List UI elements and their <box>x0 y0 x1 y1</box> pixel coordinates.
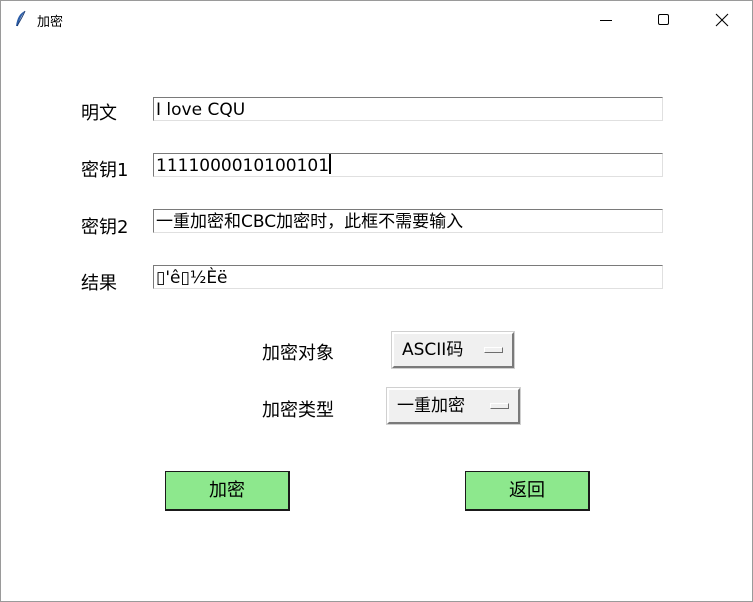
title-bar[interactable]: 加密 <box>1 1 752 39</box>
back-button[interactable]: 返回 <box>465 471 590 511</box>
maximize-icon <box>658 14 669 25</box>
encrypt-type-label: 加密类型 <box>262 400 334 421</box>
encrypt-type-selected: 一重加密 <box>397 396 465 416</box>
close-button[interactable] <box>693 1 751 39</box>
encrypt-button[interactable]: 加密 <box>165 471 290 511</box>
key2-input[interactable]: 一重加密和CBC加密时，此框不需要输入 <box>153 209 663 233</box>
window-title: 加密 <box>37 15 64 30</box>
text-caret <box>329 154 332 174</box>
minimize-button[interactable] <box>577 1 635 39</box>
result-value: ▯'ê▯½Èë <box>156 268 228 288</box>
plaintext-input[interactable]: I love CQU <box>153 97 663 121</box>
feather-icon <box>14 10 28 28</box>
key1-input[interactable]: 1111000010100101 <box>153 153 663 177</box>
encrypt-target-dropdown[interactable]: ASCII码 <box>392 332 514 368</box>
plaintext-value: I love CQU <box>156 100 246 120</box>
encrypt-target-selected: ASCII码 <box>402 340 464 360</box>
close-icon <box>715 13 729 27</box>
result-output[interactable]: ▯'ê▯½Èë <box>153 265 663 289</box>
encrypt-type-dropdown[interactable]: 一重加密 <box>387 388 520 424</box>
app-window: 加密 明文 I love CQU 密钥1 1111000010100101 密钥… <box>0 0 753 602</box>
result-label: 结果 <box>81 273 117 294</box>
key1-label: 密钥1 <box>81 160 129 181</box>
key2-value: 一重加密和CBC加密时，此框不需要输入 <box>156 212 464 232</box>
maximize-button[interactable] <box>635 1 693 39</box>
dropdown-indicator-icon <box>490 403 509 409</box>
dropdown-indicator-icon <box>484 347 503 353</box>
key1-value: 1111000010100101 <box>156 156 330 176</box>
minimize-icon <box>600 20 612 21</box>
key2-label: 密钥2 <box>81 217 129 238</box>
plaintext-label: 明文 <box>81 103 117 124</box>
encrypt-target-label: 加密对象 <box>262 343 334 364</box>
